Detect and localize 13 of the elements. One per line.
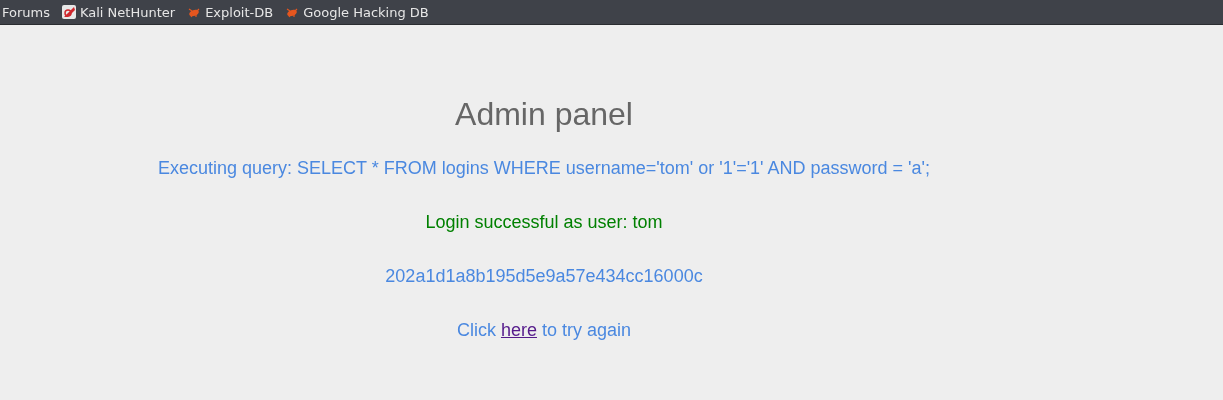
- dragon-logo-icon: [62, 5, 76, 19]
- bookmark-link[interactable]: Exploit-DB: [187, 4, 274, 20]
- status-message: 202a1d1a8b195d5e9a57e434cc16000c: [385, 265, 703, 288]
- status-message: Login successful as user: tom: [425, 211, 663, 234]
- bookmark-link[interactable]: Forums: [2, 4, 50, 20]
- bug-icon: [187, 6, 202, 18]
- retry-text: Click here to try again: [456, 319, 632, 342]
- bookmark-link[interactable]: Kali NetHunter: [62, 4, 176, 20]
- status-message: Executing query: SELECT * FROM logins WHERE username='tom' or '1'='1' AND password = 'a';: [158, 157, 930, 180]
- bug-icon: [285, 6, 300, 18]
- retry-link[interactable]: here: [500, 320, 537, 341]
- page-title: Admin panel: [454, 95, 634, 134]
- bookmark-link[interactable]: Google Hacking DB: [285, 4, 429, 20]
